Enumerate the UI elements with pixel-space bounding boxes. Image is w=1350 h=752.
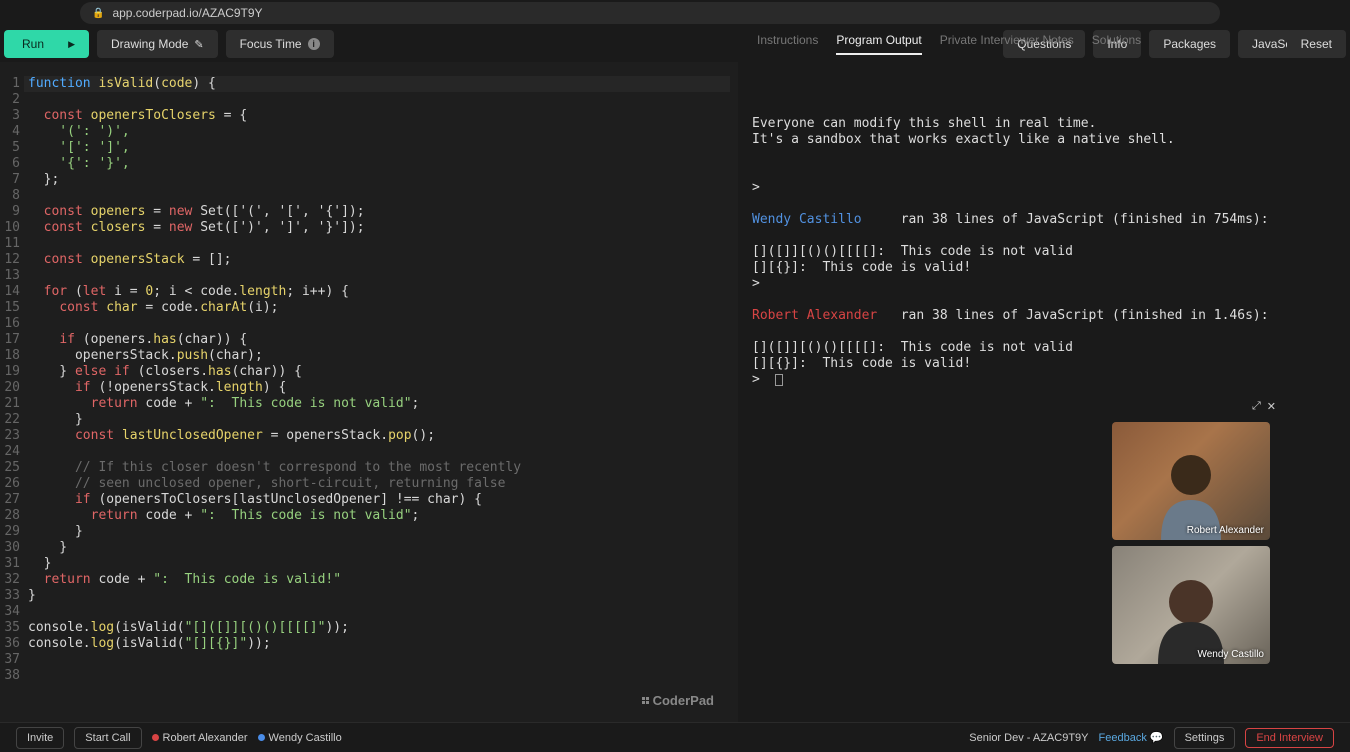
video-call-panel[interactable]: ⤢ ✕ Robert Alexander Wendy Castillo bbox=[1112, 400, 1276, 664]
info-icon: i bbox=[308, 38, 320, 50]
lock-icon: 🔒 bbox=[92, 8, 104, 19]
invite-button[interactable]: Invite bbox=[16, 727, 64, 749]
video-label: Wendy Castillo bbox=[1197, 649, 1264, 660]
close-icon[interactable]: ✕ bbox=[1267, 400, 1276, 416]
shell-cursor bbox=[775, 374, 783, 386]
start-call-button[interactable]: Start Call bbox=[74, 727, 141, 749]
grid-icon bbox=[642, 697, 649, 704]
url-text: app.coderpad.io/AZAC9T9Y bbox=[112, 6, 262, 20]
code-editor[interactable]: 1234567891011121314151617181920212223242… bbox=[0, 62, 738, 722]
tab-instructions[interactable]: Instructions bbox=[757, 33, 818, 55]
expand-icon[interactable]: ⤢ bbox=[1252, 400, 1261, 416]
settings-button[interactable]: Settings bbox=[1174, 727, 1236, 749]
drawing-mode-button[interactable]: Drawing Mode ✎ bbox=[97, 30, 218, 58]
browser-url-bar: 🔒 app.coderpad.io/AZAC9T9Y bbox=[0, 0, 1350, 26]
video-card-robert[interactable]: Robert Alexander bbox=[1112, 422, 1270, 540]
focus-time-button[interactable]: Focus Time i bbox=[226, 30, 334, 58]
video-card-wendy[interactable]: Wendy Castillo bbox=[1112, 546, 1270, 664]
footer-bar: Invite Start Call Robert Alexander Wendy… bbox=[0, 722, 1350, 752]
tab-private-notes[interactable]: Private Interviewer Notes bbox=[940, 33, 1074, 55]
end-interview-button[interactable]: End Interview bbox=[1245, 728, 1334, 748]
session-label: Senior Dev - AZAC9T9Y bbox=[969, 732, 1088, 744]
presence-wendy: Wendy Castillo bbox=[258, 732, 342, 744]
output-user-wendy: Wendy Castillo bbox=[752, 212, 862, 227]
coderpad-watermark: CoderPad bbox=[642, 693, 714, 708]
chat-icon: 💬 bbox=[1150, 732, 1164, 744]
output-user-robert: Robert Alexander bbox=[752, 308, 877, 323]
feedback-link[interactable]: Feedback 💬 bbox=[1099, 731, 1164, 744]
presence-robert: Robert Alexander bbox=[152, 732, 248, 744]
code-content[interactable]: function isValid(code) { const openersTo… bbox=[24, 62, 738, 722]
reset-button[interactable]: Reset bbox=[1287, 30, 1346, 58]
tab-solutions[interactable]: Solutions bbox=[1092, 33, 1141, 55]
pencil-icon: ✎ bbox=[194, 38, 203, 51]
output-tabs-bar: Instructions Program Output Private Inte… bbox=[747, 30, 1346, 58]
play-icon: ▶ bbox=[68, 39, 75, 50]
tab-program-output[interactable]: Program Output bbox=[836, 33, 921, 55]
url-field[interactable]: 🔒 app.coderpad.io/AZAC9T9Y bbox=[80, 2, 1220, 24]
run-button[interactable]: Run ▶ bbox=[4, 30, 89, 58]
video-label: Robert Alexander bbox=[1187, 525, 1264, 536]
line-gutter: 1234567891011121314151617181920212223242… bbox=[0, 62, 24, 722]
